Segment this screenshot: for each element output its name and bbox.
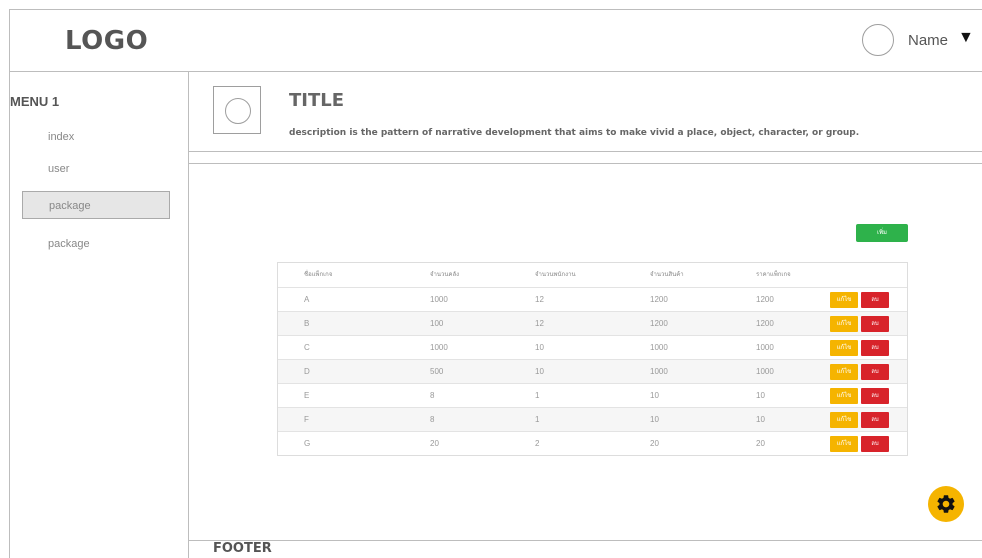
cell-name: A — [304, 295, 310, 304]
column-header-warehouses: จำนวนคลัง — [430, 272, 460, 278]
cell-warehouses: 1000 — [430, 295, 448, 304]
cell-products: 1200 — [650, 319, 668, 328]
divider — [189, 163, 982, 164]
edit-button[interactable]: แก้ไข — [830, 364, 858, 380]
cell-price: 10 — [756, 415, 765, 424]
cell-warehouses: 100 — [430, 319, 444, 328]
delete-button[interactable]: ลบ — [861, 364, 889, 380]
cell-products: 1200 — [650, 295, 668, 304]
table-row: C 1000 10 1000 1000 แก้ไข ลบ — [278, 335, 907, 359]
delete-button[interactable]: ลบ — [861, 436, 889, 452]
cell-products: 1000 — [650, 343, 668, 352]
delete-button[interactable]: ลบ — [861, 340, 889, 356]
page-title: TITLE — [289, 90, 345, 111]
table-row: G 20 2 20 20 แก้ไข ลบ — [278, 431, 907, 455]
table-row: E 8 1 10 10 แก้ไข ลบ — [278, 383, 907, 407]
cell-employees: 1 — [535, 415, 540, 424]
cell-employees: 10 — [535, 343, 544, 352]
chevron-down-icon[interactable]: ▼ — [958, 29, 974, 47]
footer-divider — [189, 540, 982, 541]
cell-name: B — [304, 319, 310, 328]
edit-button[interactable]: แก้ไข — [830, 316, 858, 332]
user-name[interactable]: Name — [908, 32, 948, 49]
table-row: D 500 10 1000 1000 แก้ไข ลบ — [278, 359, 907, 383]
cell-warehouses: 8 — [430, 391, 435, 400]
cell-employees: 2 — [535, 439, 540, 448]
cell-name: C — [304, 343, 310, 352]
cell-employees: 12 — [535, 319, 544, 328]
cell-products: 1000 — [650, 367, 668, 376]
edit-button[interactable]: แก้ไข — [830, 340, 858, 356]
sidebar-item-package-active[interactable]: package — [22, 191, 170, 219]
settings-button[interactable] — [928, 486, 964, 522]
delete-button[interactable]: ลบ — [861, 388, 889, 404]
cell-employees: 12 — [535, 295, 544, 304]
avatar[interactable] — [862, 24, 894, 56]
sidebar-item-user[interactable]: user — [22, 155, 170, 183]
cell-warehouses: 8 — [430, 415, 435, 424]
cell-price: 1000 — [756, 367, 774, 376]
edit-button[interactable]: แก้ไข — [830, 292, 858, 308]
header: LOGO Name ▼ — [10, 10, 982, 72]
sidebar-item-index[interactable]: index — [22, 123, 170, 151]
cell-products: 10 — [650, 415, 659, 424]
cell-warehouses: 1000 — [430, 343, 448, 352]
table-header-row: ชื่อแพ็กเกจ จำนวนคลัง จำนวนพนักงาน จำนวน… — [278, 263, 907, 287]
edit-button[interactable]: แก้ไข — [830, 388, 858, 404]
cell-warehouses: 500 — [430, 367, 444, 376]
delete-button[interactable]: ลบ — [861, 292, 889, 308]
table-row: F 8 1 10 10 แก้ไข ลบ — [278, 407, 907, 431]
delete-button[interactable]: ลบ — [861, 316, 889, 332]
logo: LOGO — [65, 26, 149, 56]
cell-price: 1200 — [756, 295, 774, 304]
image-placeholder-circle — [225, 98, 251, 124]
cell-name: D — [304, 367, 310, 376]
delete-button[interactable]: ลบ — [861, 412, 889, 428]
column-header-products: จำนวนสินค้า — [650, 272, 684, 278]
cell-name: G — [304, 439, 311, 448]
table-row: B 100 12 1200 1200 แก้ไข ลบ — [278, 311, 907, 335]
menu-title: MENU 1 — [10, 94, 60, 109]
cell-price: 20 — [756, 439, 765, 448]
title-block: TITLE description is the pattern of narr… — [189, 72, 982, 152]
cell-warehouses: 20 — [430, 439, 439, 448]
page-description: description is the pattern of narrative … — [289, 128, 860, 138]
cell-products: 10 — [650, 391, 659, 400]
cell-name: F — [304, 415, 309, 424]
column-header-employees: จำนวนพนักงาน — [535, 272, 576, 278]
footer: FOOTER — [213, 541, 272, 556]
cell-employees: 1 — [535, 391, 540, 400]
sidebar: MENU 1 index user package package — [10, 72, 189, 558]
gear-icon — [937, 495, 955, 513]
cell-name: E — [304, 391, 310, 400]
column-header-name: ชื่อแพ็กเกจ — [304, 272, 333, 278]
sidebar-item-package[interactable]: package — [22, 230, 170, 258]
edit-button[interactable]: แก้ไข — [830, 436, 858, 452]
cell-price: 1000 — [756, 343, 774, 352]
edit-button[interactable]: แก้ไข — [830, 412, 858, 428]
cell-products: 20 — [650, 439, 659, 448]
cell-employees: 10 — [535, 367, 544, 376]
image-placeholder-icon — [213, 86, 261, 134]
cell-price: 10 — [756, 391, 765, 400]
cell-price: 1200 — [756, 319, 774, 328]
add-button[interactable]: เพิ่ม — [856, 224, 908, 242]
table-row: A 1000 12 1200 1200 แก้ไข ลบ — [278, 287, 907, 311]
package-table: ชื่อแพ็กเกจ จำนวนคลัง จำนวนพนักงาน จำนวน… — [277, 262, 908, 456]
column-header-price: ราคาแพ็กเกจ — [756, 272, 791, 278]
